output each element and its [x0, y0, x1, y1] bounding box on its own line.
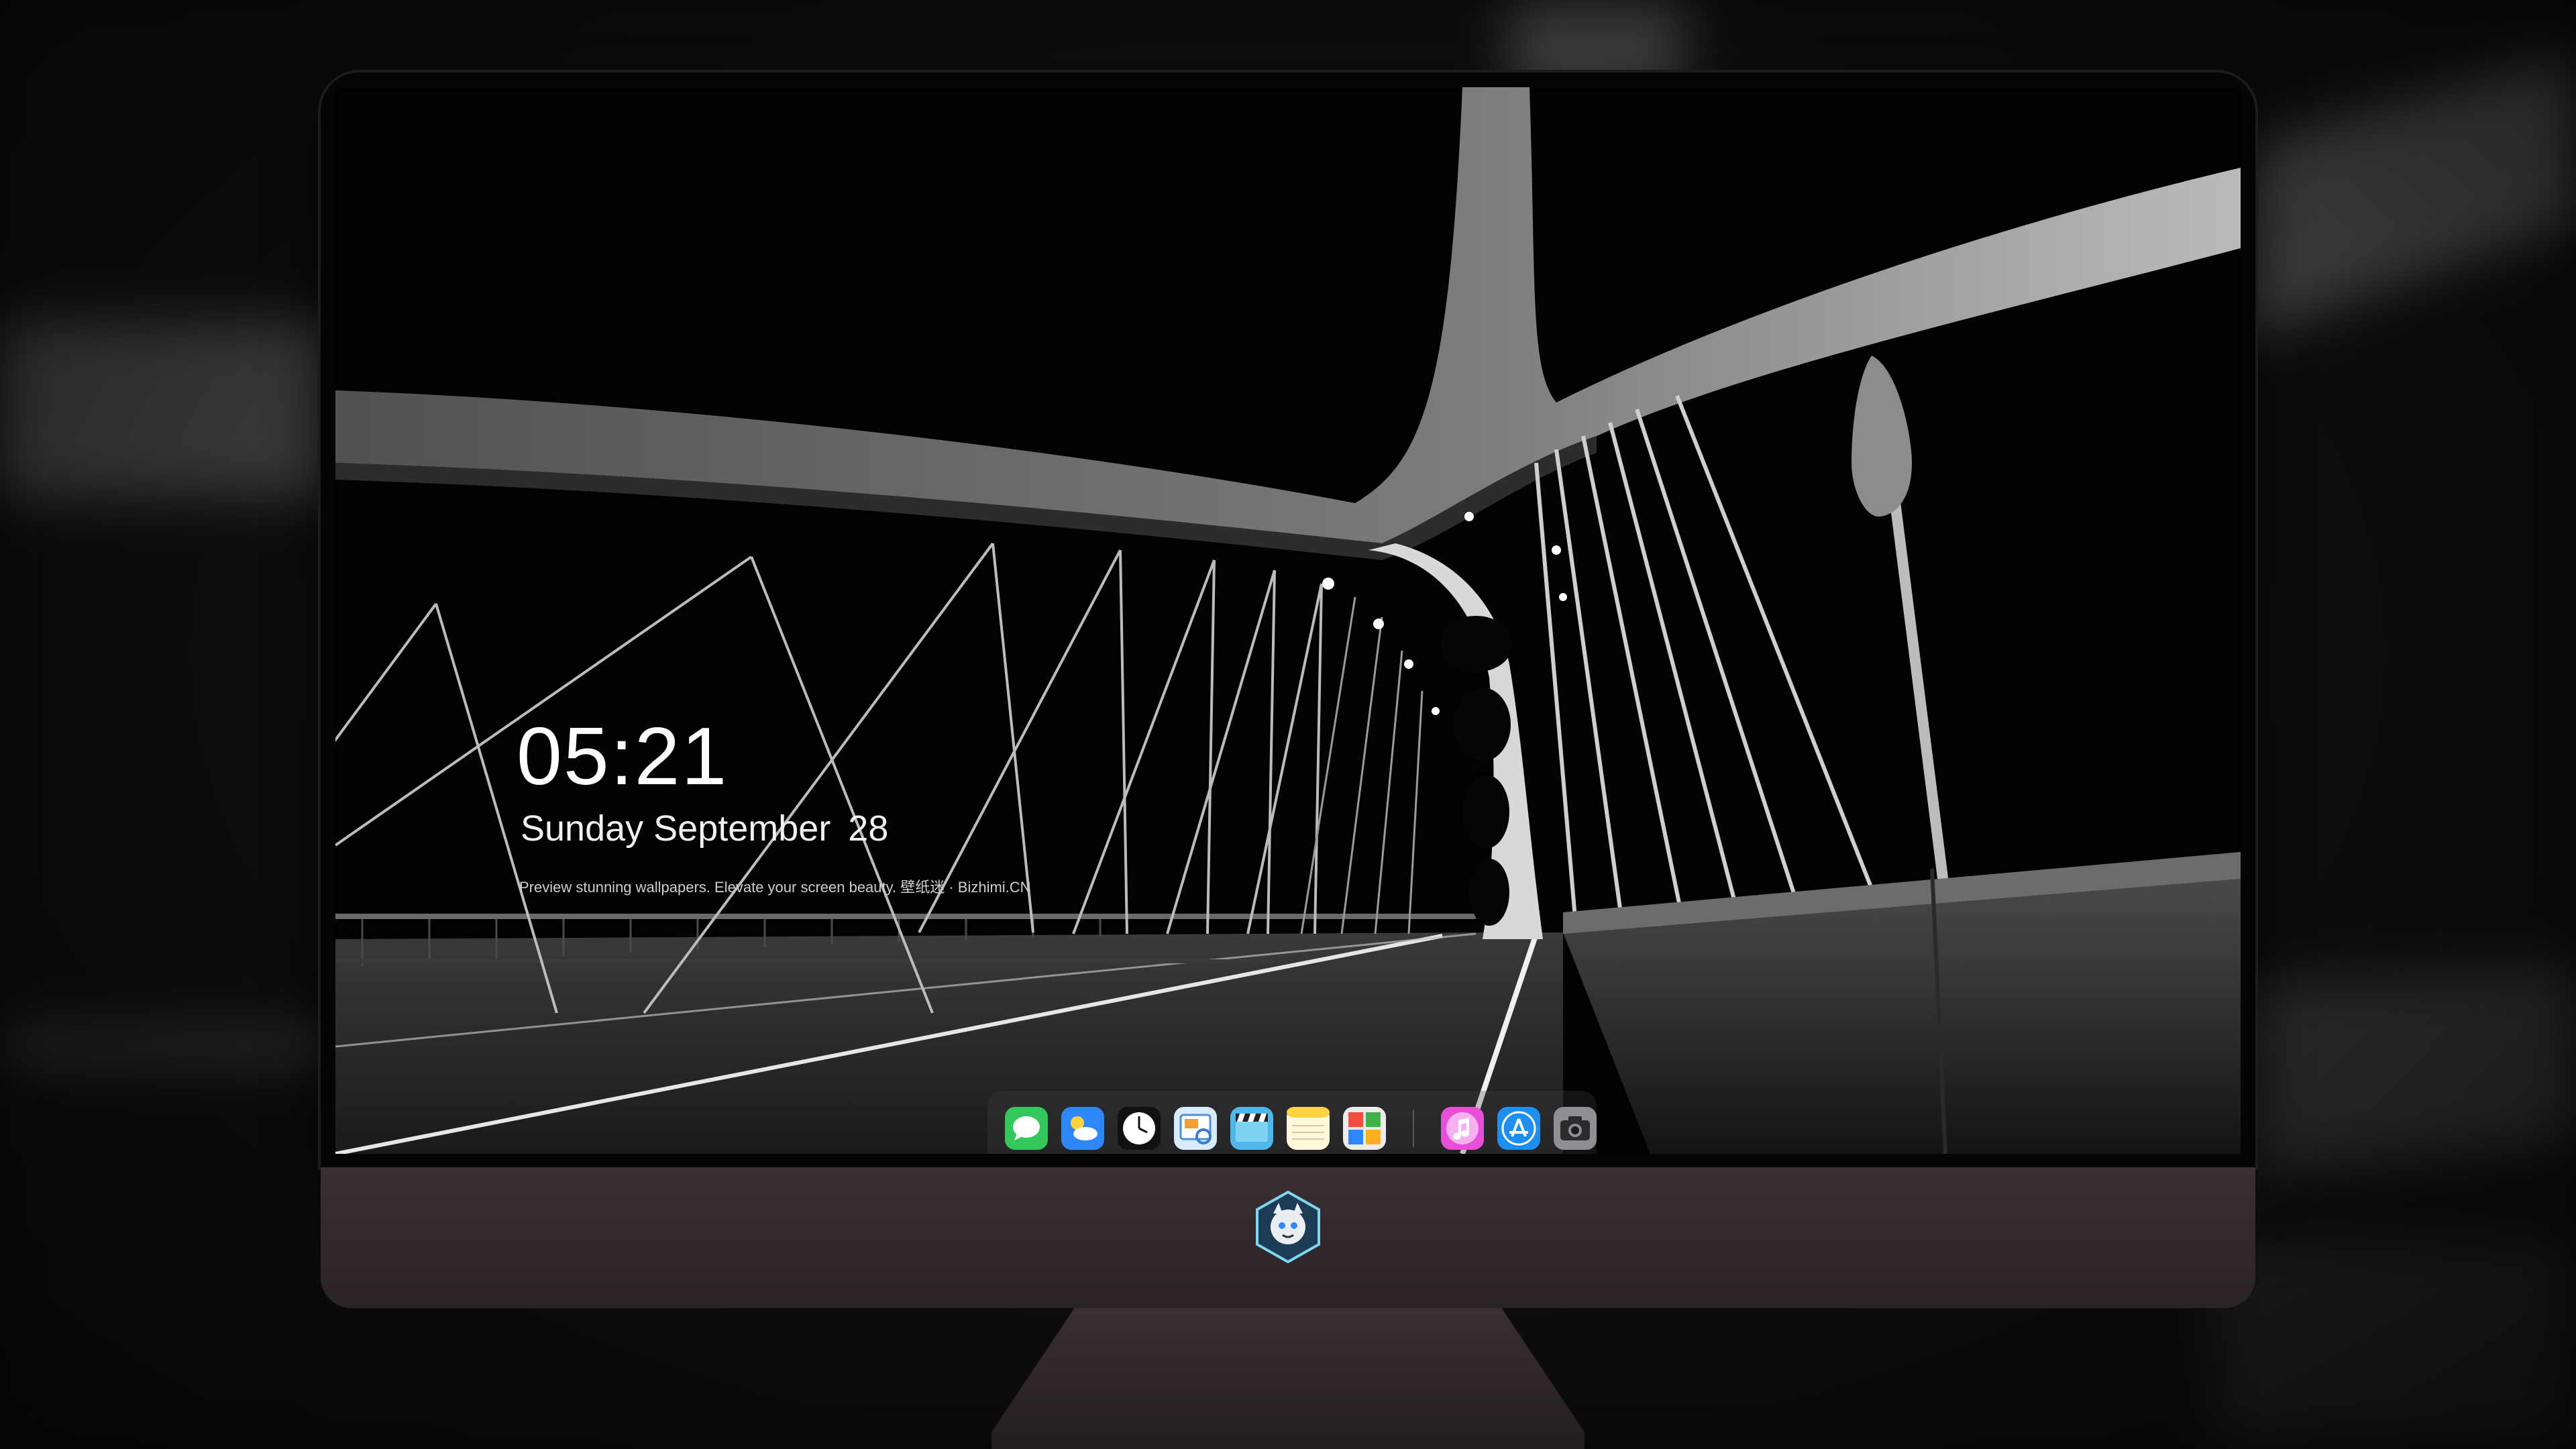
clips-icon[interactable] [1230, 1107, 1273, 1150]
lock-date: Sunday September 28 [521, 810, 888, 847]
screen: 05:21 Sunday September 28 Preview stunnin… [335, 87, 2241, 1154]
messages-icon[interactable] [1005, 1107, 1048, 1150]
camera-icon[interactable] [1554, 1107, 1597, 1150]
monitor-chin [321, 1167, 2255, 1308]
mascot-logo-icon [1256, 1191, 1320, 1263]
lock-tagline: Preview stunning wallpapers. Elevate you… [519, 879, 1031, 896]
photo-booth-icon[interactable] [1343, 1107, 1386, 1150]
dock-separator [1413, 1110, 1414, 1147]
imac-monitor: 05:21 Sunday September 28 Preview stunnin… [321, 72, 2255, 1449]
music-icon[interactable] [1441, 1107, 1484, 1150]
lock-clock: 05:21 [517, 710, 729, 802]
lock-date-day-month: Sunday September [521, 808, 831, 849]
dock [987, 1091, 1597, 1154]
preview-icon[interactable] [1174, 1107, 1217, 1150]
notes-icon[interactable] [1287, 1107, 1330, 1150]
monitor-stand [991, 1308, 1585, 1449]
app-store-icon[interactable] [1497, 1107, 1540, 1150]
lock-screen: 05:21 Sunday September 28 Preview stunnin… [335, 87, 2241, 1154]
clock-icon[interactable] [1118, 1107, 1161, 1150]
lock-date-day-number: 28 [848, 808, 889, 849]
monitor-bezel: 05:21 Sunday September 28 Preview stunnin… [321, 72, 2255, 1167]
weather-icon[interactable] [1061, 1107, 1104, 1150]
